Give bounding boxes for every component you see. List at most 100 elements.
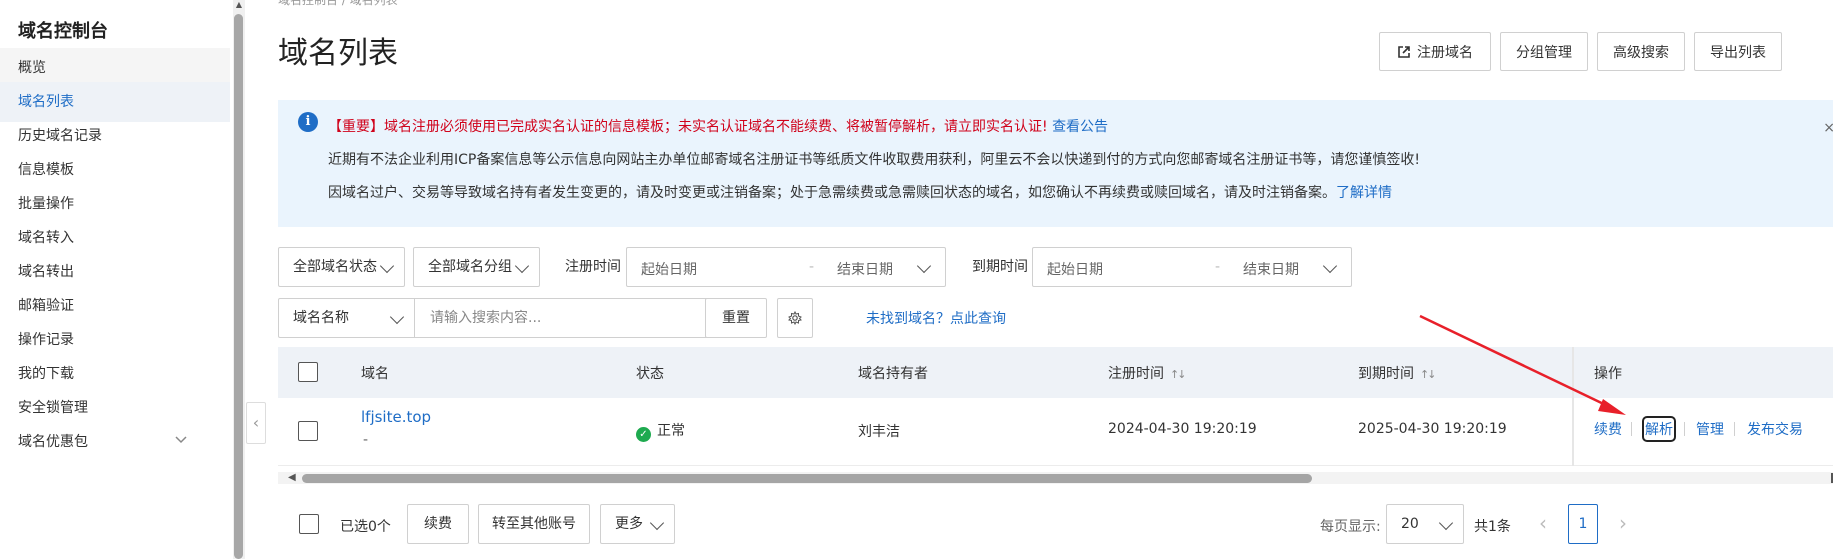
- chevron-down-icon: [514, 258, 530, 274]
- sidebar-item-label: 域名优惠包: [18, 434, 88, 450]
- domain-group-value: 全部域名分组: [428, 259, 512, 275]
- sidebar-scrollbar-thumb[interactable]: [234, 14, 243, 559]
- op-separator: [1631, 422, 1632, 436]
- col-reg-time-label: 注册时间: [1108, 366, 1164, 382]
- reg-start-date[interactable]: 起始日期: [641, 259, 697, 279]
- exp-date-range[interactable]: 起始日期 - 结束日期: [1032, 247, 1352, 287]
- dns-resolve-link[interactable]: 解析: [1642, 416, 1676, 442]
- sidebar: 域名控制台 概览 域名列表 历史域名记录 信息模板 批量操作 域名转入 域名转出…: [0, 0, 230, 559]
- sort-icon[interactable]: ↑↓: [1420, 368, 1437, 381]
- owner-name: 刘丰洁: [858, 424, 900, 440]
- domain-status-value: 全部域名状态: [293, 259, 377, 275]
- op-separator: [1684, 422, 1685, 436]
- next-page-icon[interactable]: ›: [1608, 504, 1638, 544]
- sidebar-item-discount-pack[interactable]: 域名优惠包: [0, 422, 230, 462]
- table-row: lfjsite.top - ✓ 正常 刘丰洁 2024-04-30 19:20:1…: [278, 398, 1833, 466]
- table-hscrollbar[interactable]: ◀: [278, 472, 1833, 484]
- learn-more-link[interactable]: 了解详情: [1336, 185, 1392, 201]
- chevron-down-icon: [1322, 258, 1338, 274]
- col-domain: 域名: [361, 366, 389, 382]
- view-announcement-link[interactable]: 查看公告: [1052, 119, 1108, 135]
- status-text: 正常: [657, 423, 685, 439]
- app-root: 域名控制台 概览 域名列表 历史域名记录 信息模板 批量操作 域名转入 域名转出…: [0, 0, 1833, 559]
- external-link-icon: [1397, 45, 1411, 59]
- col-reg-time[interactable]: 注册时间 ↑↓: [1108, 363, 1187, 383]
- status-badge: ✓ 正常: [636, 420, 685, 442]
- scroll-up-arrow-icon[interactable]: ▲: [233, 0, 245, 10]
- notice-fraud-line: 近期有不法企业利用ICP备案信息等公示信息向网站主办单位邮寄域名注册证书等纸质文…: [328, 152, 1420, 168]
- chevron-down-icon: [379, 258, 395, 274]
- scroll-left-arrow-icon[interactable]: ◀: [288, 472, 296, 483]
- batch-renew-button[interactable]: 续费: [407, 504, 469, 544]
- page-size-label: 每页显示:: [1320, 519, 1381, 535]
- export-list-button[interactable]: 导出列表: [1694, 32, 1782, 71]
- search-group: 域名名称: [278, 298, 764, 338]
- more-actions-select[interactable]: 更多: [600, 504, 675, 544]
- reg-date-range[interactable]: 起始日期 - 结束日期: [626, 247, 946, 287]
- register-domain-label: 注册域名: [1417, 44, 1473, 61]
- col-exp-time-label: 到期时间: [1358, 366, 1414, 382]
- select-all-checkbox[interactable]: [298, 362, 318, 382]
- table-hscrollbar-thumb[interactable]: [302, 474, 1312, 483]
- reg-end-date[interactable]: 结束日期: [837, 259, 893, 279]
- reg-time-value: 2024-04-30 19:20:19: [1108, 421, 1257, 437]
- info-icon: i: [298, 112, 318, 132]
- exp-time-label: 到期时间: [972, 259, 1028, 275]
- reg-time-label: 注册时间: [565, 259, 621, 275]
- col-status: 状态: [636, 366, 664, 382]
- not-found-query-link[interactable]: 未找到域名？点此查询: [866, 308, 1006, 328]
- date-separator: -: [809, 259, 815, 275]
- op-separator: [1734, 422, 1735, 436]
- manage-link[interactable]: 管理: [1696, 419, 1724, 439]
- domain-status-select[interactable]: 全部域名状态: [278, 247, 405, 287]
- renew-link[interactable]: 续费: [1594, 419, 1622, 439]
- search-field-select[interactable]: 域名名称: [279, 299, 415, 337]
- page-title: 域名列表: [278, 36, 398, 71]
- check-circle-icon: ✓: [636, 427, 651, 442]
- chevron-down-icon: [389, 309, 405, 325]
- domain-group-select[interactable]: 全部域名分组: [413, 247, 540, 287]
- chevron-down-icon: [174, 422, 188, 462]
- notice-banner: i 【重要】域名注册必须使用已完成实名认证的信息模板；未实名认证域名不能续费、将…: [278, 100, 1833, 227]
- page-size-value: 20: [1401, 516, 1419, 532]
- publish-trade-link[interactable]: 发布交易: [1747, 419, 1803, 439]
- sidebar-collapse-button[interactable]: ‹: [246, 402, 266, 444]
- sort-icon[interactable]: ↑↓: [1170, 368, 1187, 381]
- exp-time-value: 2025-04-30 19:20:19: [1358, 421, 1507, 437]
- footer-select-all-checkbox[interactable]: [299, 514, 319, 534]
- chevron-down-icon: [649, 515, 665, 531]
- date-separator: -: [1215, 259, 1221, 275]
- group-manage-button[interactable]: 分组管理: [1500, 32, 1588, 71]
- domain-name-link[interactable]: lfjsite.top: [361, 408, 431, 426]
- sidebar-title: 域名控制台: [18, 21, 108, 42]
- col-owner: 域名持有者: [858, 366, 928, 382]
- close-icon[interactable]: ×: [1823, 120, 1833, 136]
- selected-count: 已选0个: [340, 519, 391, 535]
- settings-button[interactable]: [777, 298, 813, 338]
- prev-page-icon[interactable]: ‹: [1528, 504, 1558, 544]
- search-field-value: 域名名称: [293, 310, 349, 326]
- breadcrumb: 域名控制台 / 域名列表: [278, 0, 398, 7]
- notice-filing-line: 因域名过户、交易等导致域名持有者发生变更的，请及时变更或注销备案；处于急需续费或…: [328, 182, 1392, 202]
- total-count: 共1条: [1474, 519, 1511, 535]
- search-input[interactable]: [416, 299, 736, 337]
- exp-start-date[interactable]: 起始日期: [1047, 259, 1103, 279]
- main-content: 域名控制台 / 域名列表 域名列表 注册域名 分组管理 高级搜索 导出列表 i …: [278, 0, 1833, 559]
- notice-filing-text: 因域名过户、交易等导致域名持有者发生变更的，请及时变更或注销备案；处于急需续费或…: [328, 185, 1336, 201]
- page-size-select[interactable]: 20: [1386, 504, 1464, 544]
- col-ops: 操作: [1594, 366, 1622, 382]
- reset-button[interactable]: 重置: [705, 298, 767, 338]
- domain-sub-text: -: [363, 432, 369, 448]
- transfer-account-button[interactable]: 转至其他账号: [478, 504, 590, 544]
- chevron-down-icon: [1438, 515, 1454, 531]
- row-checkbox[interactable]: [298, 421, 318, 441]
- gear-icon: [787, 310, 803, 329]
- advanced-search-button[interactable]: 高级搜索: [1597, 32, 1685, 71]
- notice-important-line: 【重要】域名注册必须使用已完成实名认证的信息模板；未实名认证域名不能续费、将被暂…: [328, 116, 1108, 136]
- notice-important-text: 【重要】域名注册必须使用已完成实名认证的信息模板；未实名认证域名不能续费、将被暂…: [328, 119, 1048, 135]
- col-exp-time[interactable]: 到期时间 ↑↓: [1358, 363, 1437, 383]
- register-domain-button[interactable]: 注册域名: [1379, 32, 1491, 71]
- exp-end-date[interactable]: 结束日期: [1243, 259, 1299, 279]
- table-header: 域名 状态 域名持有者 注册时间 ↑↓ 到期时间 ↑↓ 操作: [278, 347, 1833, 398]
- page-number-current[interactable]: 1: [1568, 504, 1598, 544]
